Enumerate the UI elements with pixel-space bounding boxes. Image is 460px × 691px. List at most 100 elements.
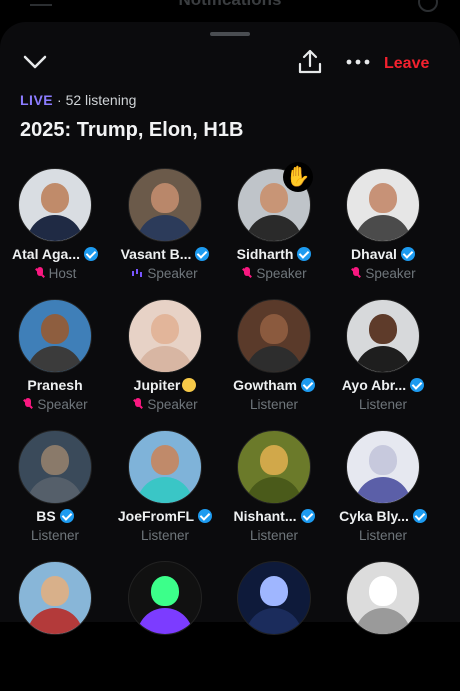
participant-name: Jupiter: [133, 377, 181, 393]
sheet-drag-handle[interactable]: [210, 32, 250, 36]
participant-role-row: Speaker: [328, 266, 438, 281]
participant-name-row: Gowtham: [219, 377, 329, 393]
verified-badge-icon: [412, 509, 427, 523]
speaking-indicator-icon: [132, 267, 144, 279]
participant-card[interactable]: Pranesh Speaker: [0, 299, 110, 429]
participant-role: Listener: [358, 528, 408, 543]
avatar-face: [260, 183, 288, 213]
participant-card[interactable]: [328, 561, 438, 691]
avatar-face: [260, 576, 288, 606]
mic-muted-icon: [132, 398, 144, 410]
avatar-shoulders: [355, 346, 411, 372]
participant-card[interactable]: Cyka Bly... Listener: [328, 430, 438, 560]
participant-role: Speaker: [365, 266, 416, 281]
participant-card[interactable]: Gowtham Listener: [219, 299, 329, 429]
avatar-face: [369, 314, 397, 344]
avatar[interactable]: [346, 430, 420, 504]
participant-role-row: Listener: [219, 397, 329, 412]
mic-muted-icon: [22, 398, 34, 410]
share-icon[interactable]: [296, 48, 324, 76]
avatar[interactable]: [346, 168, 420, 242]
participant-card[interactable]: [0, 561, 110, 691]
participant-name-row: Ayo Abr...: [328, 377, 438, 393]
participant-name-row: Nishant...: [219, 508, 329, 524]
chevron-down-icon[interactable]: [22, 52, 48, 72]
avatar-shoulders: [27, 346, 83, 372]
listener-count: 52 listening: [65, 92, 137, 108]
avatar-shoulders: [355, 608, 411, 634]
avatar[interactable]: [18, 561, 92, 635]
participant-name-row: Cyka Bly...: [328, 508, 438, 524]
settings-icon: [418, 0, 438, 12]
participant-name-row: JoeFromFL: [110, 508, 220, 524]
participant-card[interactable]: Dhaval Speaker: [328, 168, 438, 298]
avatar-shoulders: [246, 346, 302, 372]
participant-role-row: Speaker: [110, 397, 220, 412]
avatar-shoulders: [137, 608, 193, 634]
participant-role: Listener: [358, 397, 408, 412]
leave-button[interactable]: Leave: [384, 55, 429, 73]
participant-name: Ayo Abr...: [341, 377, 407, 393]
avatar[interactable]: [128, 430, 202, 504]
participant-role-row: Speaker: [0, 397, 110, 412]
verified-badge-icon: [300, 378, 315, 392]
participant-card[interactable]: JoeFromFL Listener: [110, 430, 220, 560]
participant-name-row: Vasant B...: [110, 246, 220, 262]
avatar[interactable]: [18, 430, 92, 504]
more-options-icon[interactable]: [344, 54, 372, 70]
avatar-shoulders: [246, 477, 302, 503]
avatar[interactable]: [237, 561, 311, 635]
avatar-shoulders: [246, 608, 302, 634]
avatar[interactable]: [18, 299, 92, 373]
mic-muted-icon: [34, 267, 46, 279]
avatar-face: [151, 183, 179, 213]
avatar[interactable]: [237, 430, 311, 504]
participant-card[interactable]: [219, 561, 329, 691]
avatar-face: [41, 183, 69, 213]
avatar[interactable]: [346, 561, 420, 635]
participant-card[interactable]: Ayo Abr... Listener: [328, 299, 438, 429]
verified-badge-icon: [400, 247, 415, 261]
raised-hand-icon: ✋: [283, 162, 313, 192]
verified-badge-icon: [410, 378, 425, 392]
avatar-shoulders: [137, 215, 193, 241]
avatar-shoulders: [246, 215, 302, 241]
participant-name: JoeFromFL: [117, 508, 195, 524]
participant-card[interactable]: BS Listener: [0, 430, 110, 560]
avatar[interactable]: [128, 168, 202, 242]
avatar[interactable]: [18, 168, 92, 242]
participant-role-row: Listener: [328, 397, 438, 412]
participant-card[interactable]: Jupiter Speaker: [110, 299, 220, 429]
participant-role: Speaker: [37, 397, 88, 412]
room-title: 2025: Trump, Elon, H1B: [20, 119, 244, 141]
avatar-face: [41, 314, 69, 344]
participant-role: Speaker: [147, 266, 198, 281]
participant-card[interactable]: Vasant B... Speaker: [110, 168, 220, 298]
room-status: LIVE · 52 listening: [20, 92, 136, 108]
space-room-sheet: Leave LIVE · 52 listening 2025: Trump, E…: [0, 22, 460, 635]
avatar[interactable]: [128, 561, 202, 635]
avatar[interactable]: [128, 299, 202, 373]
participant-name: Gowtham: [233, 377, 297, 393]
avatar[interactable]: [237, 299, 311, 373]
participant-name: Cyka Bly...: [339, 508, 409, 524]
participant-role-row: Speaker: [110, 266, 220, 281]
participant-card[interactable]: ✋ Sidharth Speaker: [219, 162, 329, 298]
avatar-face: [260, 314, 288, 344]
avatar-face: [260, 445, 288, 475]
participant-card[interactable]: [110, 561, 220, 691]
participant-name-row: Atal Aga...: [0, 246, 110, 262]
verified-badge-icon: [83, 247, 98, 261]
avatar-shoulders: [27, 215, 83, 241]
avatar-face: [369, 183, 397, 213]
participant-role: Listener: [30, 528, 80, 543]
participant-role: Speaker: [256, 266, 307, 281]
mic-muted-icon: [241, 267, 253, 279]
participant-card[interactable]: Atal Aga... Host: [0, 168, 110, 298]
emoji-icon: [182, 378, 197, 392]
participant-card[interactable]: Nishant... Listener: [219, 430, 329, 560]
avatar[interactable]: [346, 299, 420, 373]
participant-name: Nishant...: [233, 508, 297, 524]
participant-name: Sidharth: [236, 246, 294, 262]
participant-role: Speaker: [147, 397, 198, 412]
